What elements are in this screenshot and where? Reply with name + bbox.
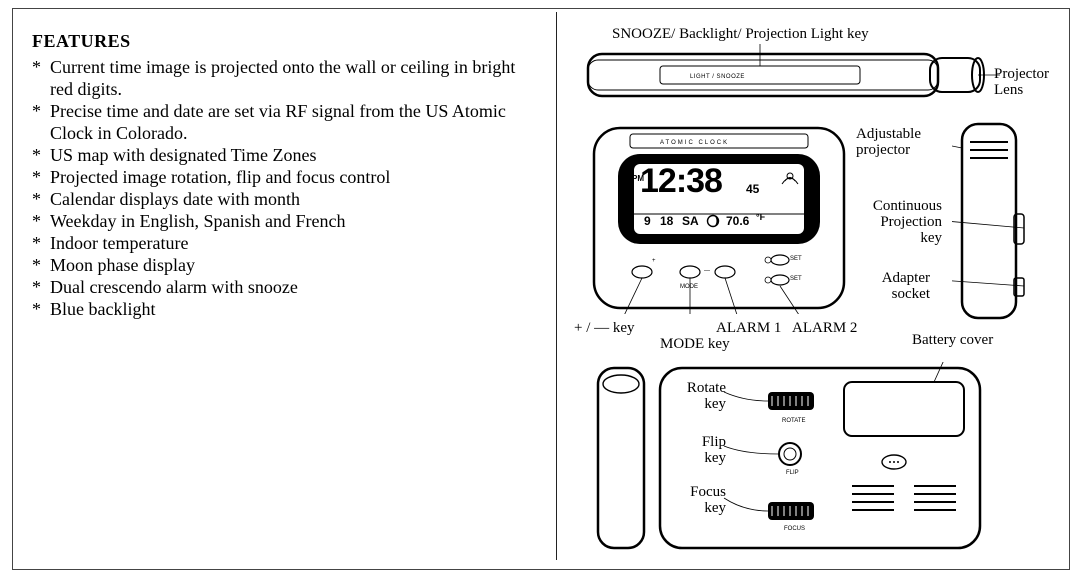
feature-item: Calendar displays date with month [32,188,532,210]
lcd-month: 9 [644,214,651,228]
lcd-day: 18 [660,214,673,228]
features-heading: FEATURES [32,30,532,52]
btn-set-top-label: SET [790,256,802,263]
label-flip-key: Flip key [688,434,726,466]
label-snooze-key: SNOOZE/ Backlight/ Projection Light key [612,26,869,42]
clock-brand-text: ATOMIC CLOCK [660,140,729,147]
btn-set-bottom-label: SET [790,276,802,283]
feature-item: Indoor temperature [32,232,532,254]
feature-item: Dual crescendo alarm with snooze [32,276,532,298]
lcd-pm: PM [632,174,644,183]
back-rotate-text: ROTATE [782,418,805,425]
label-mode-key: MODE key [660,336,730,352]
lcd-time: 12:38 [640,164,722,198]
feature-item: Weekday in English, Spanish and French [32,210,532,232]
label-rotate-key: Rotate key [676,380,726,412]
feature-item: Projected image rotation, flip and focus… [32,166,532,188]
btn-mode-label: MODE [680,284,698,291]
back-focus-text: FOCUS [784,526,805,533]
moon-phase-icon [706,214,720,228]
features-list: Current time image is projected onto the… [32,56,532,320]
light-snooze-button-text: LIGHT / SNOOZE [690,74,745,81]
feature-item: US map with designated Time Zones [32,144,532,166]
front-view-diagram [590,124,850,314]
top-view-diagram [580,44,1000,114]
label-alarm1: ALARM 1 [716,320,781,336]
label-adapter-socket: Adapter socket [860,270,930,302]
feature-item: Precise time and date are set via RF sig… [32,100,532,144]
back-flip-text: FLIP [786,470,799,477]
feature-item: Moon phase display [32,254,532,276]
side-view-diagram [952,118,1062,328]
lcd-seconds: 45 [746,182,759,196]
diagrams-block: SNOOZE/ Backlight/ Projection Light key … [560,0,1068,560]
lcd-temp: 70.6 [726,214,749,228]
features-block: FEATURES Current time image is projected… [32,30,532,320]
column-divider [556,12,557,560]
btn-plus-label: + [652,258,656,265]
feature-item: Blue backlight [32,298,532,320]
label-alarm2: ALARM 2 [792,320,857,336]
btn-minus-label: — [704,268,710,275]
label-projector-lens: Projector Lens [994,66,1068,98]
label-plus-minus-key: + / — key [574,320,635,336]
back-view-diagram [594,362,1054,562]
lcd-temp-unit: °F [756,212,765,222]
label-battery-cover: Battery cover [912,332,993,348]
feature-item: Current time image is projected onto the… [32,56,532,100]
label-focus-key: Focus key [676,484,726,516]
label-continuous-projection-key: Continuous Projection key [856,198,942,246]
label-adjustable-projector: Adjustable projector [856,126,936,158]
lcd-weekday: SA [682,214,699,228]
